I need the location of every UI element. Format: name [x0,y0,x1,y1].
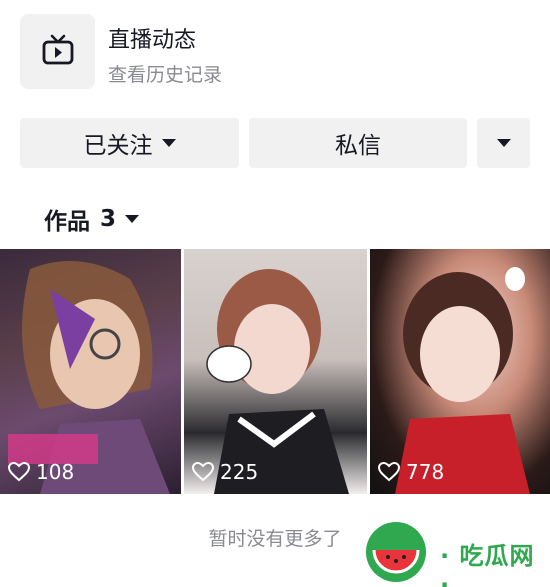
message-button[interactable]: 私信 [249,118,467,168]
video-grid: 108 225 778 [0,249,550,494]
works-tab[interactable]: 作品 3 [44,202,140,236]
live-icon-box [20,14,95,89]
watermark-text: · 吃瓜网 · [440,542,535,587]
portrait-photo [206,269,349,494]
heart-icon [192,462,214,482]
heart-icon [8,462,30,482]
portrait-photo [395,267,530,494]
like-count: 225 [192,460,258,484]
like-count: 108 [8,460,74,484]
followed-label: 已关注 [83,133,153,159]
live-history-row[interactable]: 直播动态 查看历史记录 [20,14,540,90]
caret-down-icon [496,139,511,147]
profile-actions: 已关注 私信 [20,118,530,168]
like-count: 778 [378,460,444,484]
like-count-value: 108 [36,460,75,484]
tv-icon [41,34,75,70]
caret-down-icon [161,139,176,147]
video-thumbnail[interactable]: 108 [0,249,181,494]
works-label: 作品 [44,209,90,235]
more-options-button[interactable] [477,118,530,168]
works-count: 3 [100,206,117,232]
watermelon-icon [366,522,426,582]
message-label: 私信 [335,133,381,159]
like-count-value: 225 [220,460,259,484]
followed-button[interactable]: 已关注 [20,118,239,168]
live-title: 直播动态 [108,28,197,53]
video-thumbnail[interactable]: 778 [370,249,550,494]
anime-artwork [8,261,170,494]
like-count-value: 778 [406,460,445,484]
live-subtitle: 查看历史记录 [108,64,223,86]
caret-down-icon [125,215,140,223]
heart-icon [378,462,400,482]
video-thumbnail[interactable]: 225 [184,249,367,494]
